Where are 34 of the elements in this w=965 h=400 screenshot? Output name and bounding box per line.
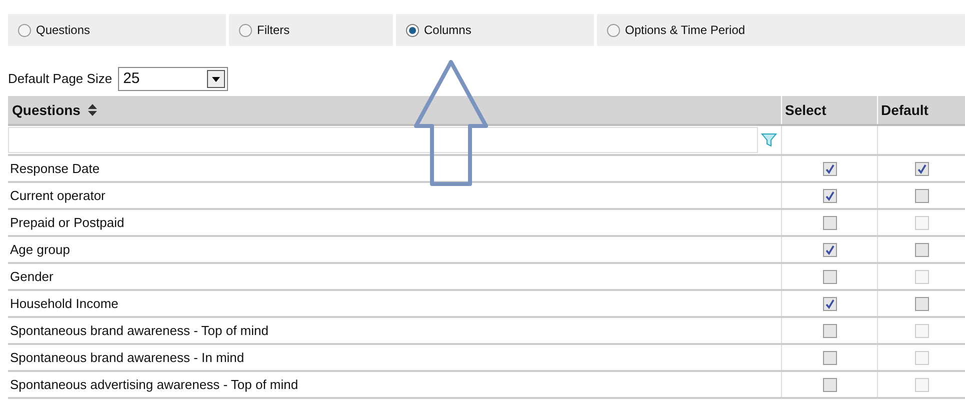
checkbox[interactable] [914, 296, 928, 310]
sort-icon [88, 104, 98, 116]
checkbox[interactable] [914, 242, 928, 256]
radio-tab[interactable]: Questions [8, 14, 226, 46]
page-size-label: Default Page Size [8, 70, 112, 88]
filter-icon[interactable] [761, 132, 777, 148]
checkbox[interactable] [914, 188, 928, 202]
checkbox[interactable] [822, 270, 836, 284]
checkbox[interactable] [822, 378, 836, 392]
page-size-dropdown[interactable]: 25 [118, 67, 228, 91]
checkbox[interactable] [822, 162, 836, 176]
radio-tab[interactable]: Filters [229, 14, 393, 46]
filter-field[interactable] [8, 127, 758, 153]
checkbox[interactable] [822, 242, 836, 256]
table-cell-text: Age group [10, 240, 70, 259]
column-header: Default [880, 100, 930, 120]
table-cell-text: Spontaneous advertising awareness - Top of mind [10, 376, 298, 394]
table-cell-text: Spontaneous brand awareness - Top of mind [10, 322, 268, 340]
table-cell-text: Spontaneous brand awareness - In mind [10, 348, 244, 367]
checkbox[interactable] [822, 216, 836, 230]
checkbox[interactable] [822, 324, 836, 338]
checkbox[interactable] [822, 296, 836, 310]
radio-tab[interactable]: Columns [396, 14, 594, 46]
column-header[interactable]: Questions [8, 96, 782, 124]
radio-tab[interactable]: Options & Time Period [597, 14, 965, 46]
checkbox[interactable] [822, 350, 836, 364]
table-cell-text: Prepaid or Postpaid [10, 214, 124, 232]
checkbox[interactable] [822, 188, 836, 202]
checkbox[interactable] [914, 162, 928, 176]
table-cell-text: Gender [10, 268, 54, 286]
table-cell-text: Response Date [10, 160, 100, 178]
table-cell-text: Current operator [10, 186, 106, 205]
table-cell-text: Household Income [10, 294, 118, 313]
column-header: Select [782, 96, 878, 124]
